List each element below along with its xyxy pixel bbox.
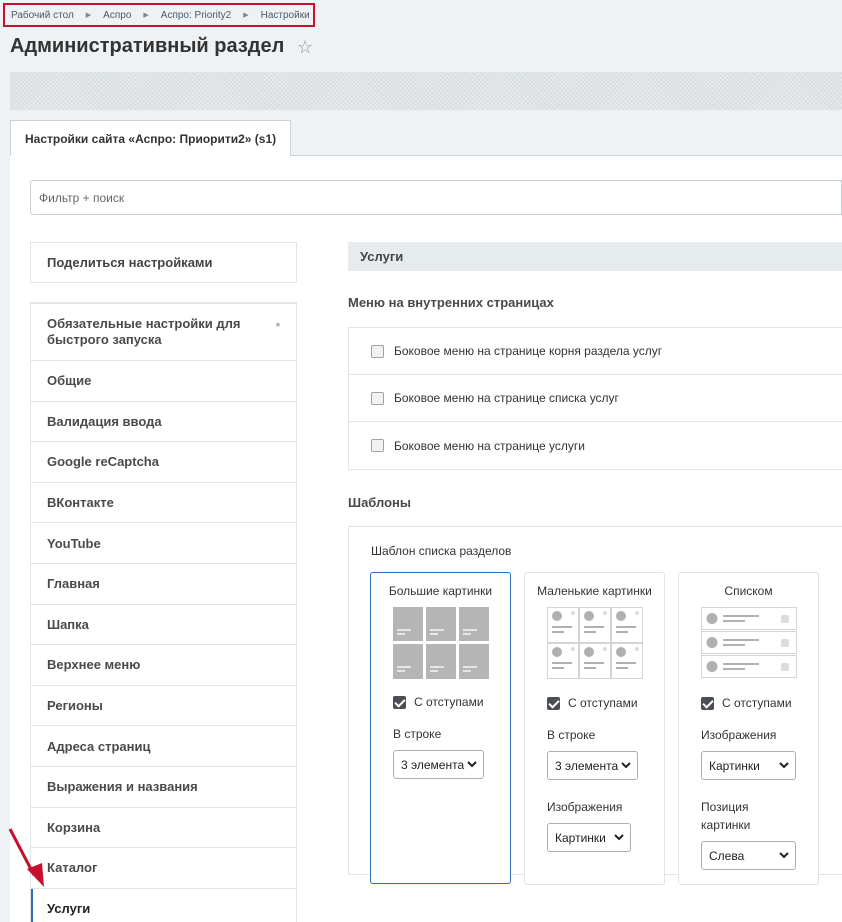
select-value: 3 элемента <box>555 758 619 773</box>
images-label: Изображения <box>701 728 777 742</box>
tab-site-settings[interactable]: Настройки сайта «Аспро: Приорити2» (s1) <box>10 120 292 157</box>
sidebar-item-top-menu[interactable]: Верхнее меню <box>31 645 296 686</box>
image-position-label: Позиция картинки <box>701 800 751 832</box>
option-root-side-menu[interactable]: Боковое меню на странице корня раздела у… <box>349 328 842 375</box>
option-detail-side-menu[interactable]: Боковое меню на странице услуги <box>349 422 842 469</box>
sidebar-item-general[interactable]: Общие <box>31 361 296 402</box>
share-settings-button[interactable]: Поделиться настройками <box>30 242 297 283</box>
chevron-down-icon <box>621 762 631 769</box>
settings-main: Услуги Меню на внутренних страницах Боко… <box>348 242 842 885</box>
select-value: Слева <box>709 848 745 863</box>
images-select[interactable]: Картинки <box>547 823 631 852</box>
checkbox[interactable] <box>547 696 560 710</box>
sidebar-item-services[interactable]: Услуги <box>31 888 296 922</box>
sidebar-item-header[interactable]: Шапка <box>31 605 296 646</box>
sidebar-item-recaptcha[interactable]: Google reCaptcha <box>31 442 296 483</box>
card-title: Списком <box>724 584 773 598</box>
checkbox[interactable] <box>371 391 384 405</box>
card-title: Маленькие картинки <box>537 584 652 598</box>
templates-box: Шаблон списка разделов Большие картинки <box>348 526 842 885</box>
sidebar-item-input-validation[interactable]: Валидация ввода <box>31 402 296 443</box>
sidebar-item-phrases[interactable]: Выражения и названия <box>31 767 296 808</box>
required-star-icon: * <box>275 321 280 333</box>
images-select[interactable]: Картинки <box>701 751 796 780</box>
toolbar-band <box>10 72 842 110</box>
settings-sidebar-menu: Обязательные настройки для быстрого запу… <box>30 302 297 922</box>
filter-search-field[interactable] <box>30 180 842 215</box>
option-label: Боковое меню на странице списка услуг <box>394 391 619 405</box>
list-preview-icon <box>701 607 797 678</box>
filter-search-input[interactable] <box>31 181 841 214</box>
check-label: С отступами <box>722 696 792 710</box>
menu-options-box: Боковое меню на странице корня раздела у… <box>348 327 842 470</box>
template-card-list[interactable]: Списком С отступами Изображения Картинки… <box>678 572 819 885</box>
chevron-right-icon: ▶ <box>243 12 249 19</box>
big-pictures-preview-icon <box>393 607 489 679</box>
image-position-select[interactable]: Слева <box>701 841 796 870</box>
images-label: Изображения <box>547 800 623 814</box>
breadcrumb-item-settings[interactable]: Настройки <box>261 10 310 21</box>
card-indent-toggle[interactable]: С отступами <box>393 695 484 709</box>
select-value: 3 элемента <box>401 757 465 772</box>
select-value: Картинки <box>555 830 606 845</box>
card-indent-toggle[interactable]: С отступами <box>701 696 792 710</box>
check-label: С отступами <box>414 695 484 709</box>
check-label: С отступами <box>568 696 638 710</box>
checkbox[interactable] <box>393 695 406 709</box>
template-card-small-pictures[interactable]: Маленькие картинки С отступами В строке … <box>524 572 665 885</box>
tab-strip: Настройки сайта «Аспро: Приорити2» (s1) <box>10 120 842 157</box>
chevron-right-icon: ▶ <box>85 12 92 19</box>
annotation-arrow-icon <box>8 828 44 887</box>
sidebar-item-regions[interactable]: Регионы <box>31 686 296 727</box>
sidebar-item-vkontakte[interactable]: ВКонтакте <box>31 483 296 524</box>
breadcrumb-item-priority2[interactable]: Аспро: Priority2 <box>161 10 231 21</box>
chevron-down-icon <box>779 762 789 769</box>
sidebar-item-quick-start[interactable]: Обязательные настройки для быстрого запу… <box>31 304 296 361</box>
chevron-down-icon <box>467 761 477 768</box>
breadcrumb: Рабочий стол ▶ Аспро ▶ Аспро: Priority2 … <box>3 3 315 27</box>
menu-heading: Меню на внутренних страницах <box>348 295 554 310</box>
per-row-label: В строке <box>547 728 596 742</box>
checkbox[interactable] <box>701 696 714 710</box>
sidebar-item-label: Обязательные настройки для быстрого запу… <box>47 316 241 347</box>
checkbox[interactable] <box>371 344 384 358</box>
star-icon[interactable]: ☆ <box>297 37 313 58</box>
small-pictures-preview-icon <box>547 607 643 679</box>
per-row-select[interactable]: 3 элемента <box>547 751 638 780</box>
sidebar-item-main[interactable]: Главная <box>31 564 296 605</box>
per-row-select[interactable]: 3 элемента <box>393 750 484 779</box>
breadcrumb-item-aspro[interactable]: Аспро <box>103 10 131 21</box>
option-label: Боковое меню на странице корня раздела у… <box>394 344 663 358</box>
chevron-down-icon <box>779 852 789 859</box>
template-list-label: Шаблон списка разделов <box>371 544 512 558</box>
card-title: Большие картинки <box>388 584 493 598</box>
template-card-big-pictures[interactable]: Большие картинки С отступами В строке 3 … <box>370 572 511 884</box>
card-indent-toggle[interactable]: С отступами <box>547 696 638 710</box>
content-panel: Поделиться настройками Обязательные наст… <box>10 156 842 922</box>
checkbox[interactable] <box>371 439 384 452</box>
sidebar-item-catalog[interactable]: Каталог <box>31 848 296 889</box>
templates-heading: Шаблоны <box>348 495 411 510</box>
sidebar-item-page-urls[interactable]: Адреса страниц <box>31 726 296 767</box>
sidebar-item-youtube[interactable]: YouTube <box>31 523 296 564</box>
chevron-right-icon: ▶ <box>143 12 149 19</box>
select-value: Картинки <box>709 758 760 773</box>
option-list-side-menu[interactable]: Боковое меню на странице списка услуг <box>349 375 842 422</box>
per-row-label: В строке <box>393 727 442 741</box>
section-title: Услуги <box>348 242 842 271</box>
chevron-down-icon <box>614 834 624 841</box>
option-label: Боковое меню на странице услуги <box>394 438 585 453</box>
sidebar-item-cart[interactable]: Корзина <box>31 808 296 849</box>
breadcrumb-item-desktop[interactable]: Рабочий стол <box>11 10 74 21</box>
page-title: Административный раздел <box>10 35 285 57</box>
